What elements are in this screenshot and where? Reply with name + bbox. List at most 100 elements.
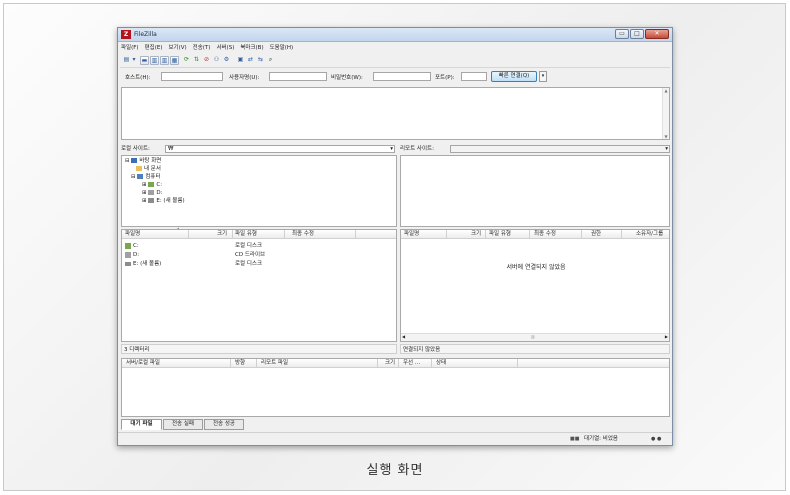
- column-size[interactable]: 크기: [217, 231, 227, 238]
- toggle-queue-icon[interactable]: ▦: [170, 56, 179, 65]
- column-direction[interactable]: 방향: [235, 360, 245, 367]
- scroll-right-icon[interactable]: ▶: [665, 334, 668, 339]
- scroll-thumb-icon[interactable]: ▥: [531, 334, 535, 339]
- tree-item-computer[interactable]: ⊟ 컴퓨터: [131, 174, 161, 181]
- connection-indicator-icon: ● ●: [651, 436, 662, 442]
- local-tree-panel[interactable]: ⊟ 바탕 화면 내 문서 ⊟ 컴퓨터 ⊞ C: ⊞ D: ⊞ E: (새 볼륨): [121, 155, 397, 227]
- list-item[interactable]: E: (새 볼륨) 로컬 디스크: [122, 260, 396, 268]
- port-input[interactable]: [461, 72, 487, 81]
- scroll-up-icon[interactable]: ▲: [663, 88, 669, 93]
- message-log-scrollbar[interactable]: ▲ ▼: [662, 88, 669, 139]
- password-input[interactable]: [373, 72, 431, 81]
- list-item[interactable]: D: CD 드라이브: [122, 251, 396, 259]
- column-filename[interactable]: 파일명: [404, 231, 419, 238]
- tree-item-drive-c[interactable]: ⊞ C:: [142, 182, 162, 189]
- column-status[interactable]: 상태: [436, 360, 446, 367]
- tab-queued-files[interactable]: 대기 파일: [121, 419, 162, 430]
- drive-icon: [125, 243, 131, 249]
- column-filename[interactable]: 파일명: [125, 231, 140, 238]
- column-filetype[interactable]: 파일 유형: [489, 231, 511, 238]
- not-connected-message: 서버에 연결되지 않았음: [506, 264, 566, 271]
- scroll-left-icon[interactable]: ◀: [402, 334, 405, 339]
- column-size[interactable]: 크기: [471, 231, 481, 238]
- remote-status: 연결되지 않았음: [400, 344, 670, 354]
- column-modified[interactable]: 최종 수정: [292, 231, 314, 238]
- tree-expander-icon[interactable]: ⊞: [142, 190, 147, 196]
- menu-edit[interactable]: 편집(E): [142, 43, 166, 53]
- tab-successful-transfers[interactable]: 전송 성공: [204, 419, 244, 430]
- site-manager-dropdown-icon[interactable]: ▾: [131, 56, 137, 65]
- tab-failed-transfers[interactable]: 전송 실패: [163, 419, 203, 430]
- column-server-local-file[interactable]: 서버/로컬 파일: [126, 360, 160, 367]
- menu-help[interactable]: 도움말(H): [267, 43, 297, 53]
- process-queue-icon[interactable]: ⇅: [192, 56, 201, 65]
- toggle-remote-tree-icon[interactable]: ▥: [160, 56, 169, 65]
- menu-bookmarks[interactable]: 북마크(B): [237, 43, 266, 53]
- remote-path-dropdown-icon[interactable]: ▾: [665, 146, 668, 152]
- queue-status-icon: ■■: [570, 436, 580, 442]
- tree-item-label: 내 문서: [144, 166, 161, 172]
- column-permissions[interactable]: 권한: [591, 231, 601, 238]
- menu-server[interactable]: 서버(S): [213, 43, 237, 53]
- tree-expander-icon[interactable]: ⊟: [131, 174, 136, 180]
- quickconnect-dropdown-icon[interactable]: ▾: [539, 71, 547, 82]
- column-size[interactable]: 크기: [385, 360, 395, 367]
- tree-item-documents[interactable]: 내 문서: [136, 166, 161, 173]
- maximize-button[interactable]: □: [630, 29, 644, 39]
- reconnect-icon[interactable]: ⚙: [222, 56, 231, 65]
- title-bar: Z FileZilla ▭ □ ✕: [118, 28, 672, 42]
- toolbar: ▤ ▾ ▬ ▥ ▥ ▦ ⟳ ⇅ ⊘ ⚇ ⚙ ▣ ⇄ ⇆ ⌕: [120, 54, 670, 68]
- tree-item-desktop[interactable]: ⊟ 바탕 화면: [125, 158, 161, 165]
- filter-icon[interactable]: ▣: [236, 56, 245, 65]
- remote-hscrollbar[interactable]: ◀ ▥ ▶: [401, 333, 669, 341]
- tree-item-label: 컴퓨터: [145, 174, 161, 180]
- tree-expander-icon[interactable]: ⊟: [125, 158, 130, 164]
- column-remote-file[interactable]: 리모트 파일: [261, 360, 288, 367]
- local-path-value: ₩: [168, 146, 174, 152]
- sync-browse-icon[interactable]: ⇆: [256, 56, 265, 65]
- message-log[interactable]: ▲ ▼: [121, 87, 670, 140]
- remote-status-text: 연결되지 않았음: [403, 347, 441, 353]
- local-file-list[interactable]: 파일명 ˄ 크기 파일 유형 최종 수정 C: 로컬 디스크 D: CD 드라이…: [121, 228, 397, 342]
- menu-file[interactable]: 파일(F): [118, 43, 142, 53]
- tree-item-drive-e[interactable]: ⊞ E: (새 볼륨): [142, 198, 185, 205]
- username-input[interactable]: [269, 72, 327, 81]
- close-button[interactable]: ✕: [645, 29, 669, 39]
- minimize-button[interactable]: ▭: [615, 29, 629, 39]
- remote-file-list[interactable]: 파일명 크기 파일 유형 최종 수정 권한 소유자/그룹 서버에 연결되지 않았…: [400, 229, 670, 342]
- local-site-bar: 로컬 사이트: ₩ ▾: [121, 144, 397, 154]
- host-input[interactable]: [161, 72, 223, 81]
- remote-path-input[interactable]: ▾: [450, 145, 670, 153]
- cancel-icon[interactable]: ⊘: [202, 56, 211, 65]
- menu-transfer[interactable]: 전송(T): [190, 43, 214, 53]
- refresh-icon[interactable]: ⟳: [182, 56, 191, 65]
- tree-expander-icon[interactable]: ⊞: [142, 182, 147, 188]
- tree-item-drive-d[interactable]: ⊞ D:: [142, 190, 162, 197]
- quickconnect-button[interactable]: 빠른 연결(Q): [491, 71, 537, 82]
- local-path-input[interactable]: ₩ ▾: [165, 145, 395, 153]
- toggle-log-icon[interactable]: ▬: [140, 56, 149, 65]
- local-status-text: 3 디렉터리: [124, 347, 150, 353]
- scroll-down-icon[interactable]: ▼: [663, 134, 669, 139]
- transfer-queue-list[interactable]: 서버/로컬 파일 방향 리모트 파일 크기 우선 ... 상태: [121, 358, 670, 417]
- window-title: FileZilla: [134, 31, 157, 38]
- remote-site-label: 리모트 사이트:: [400, 146, 434, 152]
- status-bar: ■■ 대기열: 비었음 ● ●: [118, 432, 672, 445]
- file-name: D:: [133, 252, 140, 258]
- local-path-dropdown-icon[interactable]: ▾: [390, 146, 393, 152]
- list-item[interactable]: C: 로컬 디스크: [122, 242, 396, 250]
- menu-view[interactable]: 보기(V): [165, 43, 189, 53]
- local-status: 3 디렉터리: [121, 344, 397, 354]
- compare-icon[interactable]: ⇄: [246, 56, 255, 65]
- column-modified[interactable]: 최종 수정: [534, 231, 556, 238]
- search-icon[interactable]: ⌕: [266, 56, 275, 65]
- column-filetype[interactable]: 파일 유형: [235, 231, 257, 238]
- column-priority[interactable]: 우선 ...: [403, 360, 420, 367]
- site-manager-icon[interactable]: ▤: [122, 56, 131, 65]
- column-owner-group[interactable]: 소유자/그룹: [636, 231, 663, 238]
- tree-expander-icon[interactable]: ⊞: [142, 198, 147, 204]
- disconnect-icon[interactable]: ⚇: [212, 56, 221, 65]
- remote-tree-panel[interactable]: [400, 155, 670, 227]
- remote-file-list-header: 파일명 크기 파일 유형 최종 수정 권한 소유자/그룹: [401, 230, 669, 239]
- toggle-local-tree-icon[interactable]: ▥: [150, 56, 159, 65]
